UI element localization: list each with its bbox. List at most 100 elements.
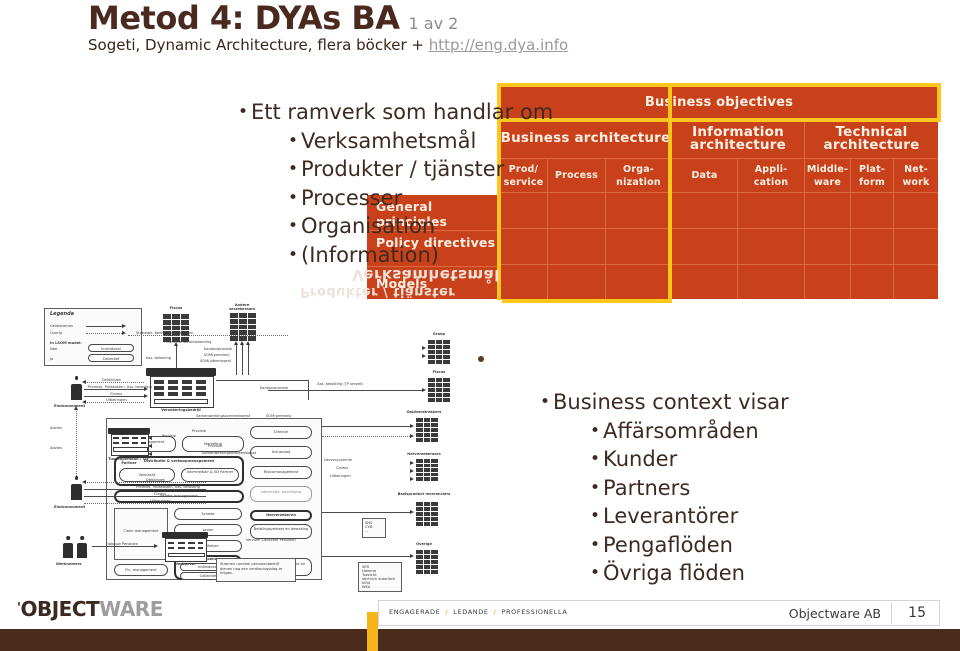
- actor-label-fiscus-right: Fiscus: [432, 370, 446, 374]
- flow-label-provisie-2: Provisie: [192, 429, 206, 433]
- list-item-label: Verksamhetsmål: [301, 128, 477, 153]
- dya-body-col-4: [672, 193, 738, 299]
- actor-glyph-basisproduct: [416, 502, 438, 526]
- ghost-reflection-text: Produkter / tjänster: [300, 284, 456, 299]
- footer-brown-bar: [0, 629, 960, 651]
- flow-arrow: [240, 341, 244, 345]
- tagline-slash-2: /: [493, 608, 497, 616]
- actor-glyph-herverzekeraars: [416, 459, 438, 481]
- flow-label-kantoorprovisie: Kantoorprovisie: [204, 347, 233, 351]
- flow-arrow: [144, 394, 148, 398]
- tagline-word-2: LEDANDE: [453, 608, 489, 616]
- list-item: • Övriga flöden: [540, 559, 940, 588]
- flow-arrow: [82, 380, 86, 384]
- flow-line: [268, 390, 422, 391]
- actor-glyph-overige: [416, 550, 438, 574]
- list-item-label: Organisation: [301, 214, 436, 238]
- list-item: • Leverantörer: [540, 502, 940, 531]
- building-glyph-verzekeringsbedrijf: [146, 368, 216, 408]
- flow-line: [242, 343, 243, 375]
- ghost-reflection-text: Verksamhetsmål: [352, 266, 500, 284]
- logo-part-object: OBJECT: [20, 597, 100, 621]
- bullet-glyph: •: [590, 563, 601, 583]
- person-glyph-werknemer-1: [62, 536, 74, 558]
- actor-label-geldverstrekkers: Geldverstrekkers: [406, 410, 442, 414]
- unit-label-directie: Directie: [274, 430, 288, 434]
- actor-label-overige: Overige: [416, 542, 432, 546]
- bullet-glyph: •: [288, 216, 299, 236]
- unit-label-herverzekeren: Herverzekeren: [266, 513, 296, 517]
- legend-yes-label: Ja: [50, 357, 54, 361]
- list-item-label: Produkter / tjänster: [301, 157, 505, 181]
- actor-label-fiscus: Fiscus: [169, 306, 183, 310]
- flow-label-opbouw-pensioen: Opbouw Pensioen: [106, 542, 139, 546]
- dya-col-platform: Plat- form: [851, 159, 894, 193]
- dya-col-application: Appli- cation: [738, 159, 805, 193]
- dya-technical-architecture: Technical architecture: [805, 119, 938, 159]
- list-item-label: Kunder: [603, 447, 678, 471]
- actor-glyph-groep: [428, 340, 450, 364]
- dya-body-col-6: [805, 193, 851, 299]
- subtitle-text: Sogeti, Dynamic Architecture, flera böck…: [88, 36, 429, 54]
- list-item-label: Processer: [301, 185, 403, 210]
- legend-line-dotted: [86, 333, 122, 334]
- person-glyph-werknemer-2: [76, 536, 88, 558]
- list-item: • (Information): [238, 241, 618, 270]
- dya-col-middleware: Middle- ware: [805, 159, 851, 193]
- flow-line: [248, 343, 249, 375]
- flow-line: [76, 408, 77, 476]
- flow-arrow: [82, 400, 86, 404]
- legend-row-geldstromen: Geldstromen: [50, 324, 74, 328]
- flow-label-dekkingen: Dekkingen: [102, 378, 122, 382]
- footer-info-bar: ENGAGERADE / LEDANDE / PROFESSIONELLA Ob…: [378, 600, 940, 626]
- unit-label-fin-management: Fin. management: [125, 568, 157, 572]
- slide-header: Metod 4: DYAs BA 1 av 2 Sogeti, Dynamic …: [0, 0, 960, 62]
- actor-label-eindconsument: Eindconsument: [54, 404, 86, 408]
- flow-label-samenwerking-1: Samenwerkingsovereenkomst: [202, 451, 257, 455]
- tagline-word-3: PROFESSIONELLA: [501, 608, 568, 616]
- bullet-glyph: •: [590, 449, 601, 469]
- flow-arrow: [246, 341, 250, 345]
- diagram-footnote-text: Stromen rondom pensioenbedrijf dienen no…: [220, 562, 283, 576]
- legend-line-solid: [86, 326, 122, 327]
- unit-label-betalingsverkeer: Betalingsverkeer en bewaking: [253, 527, 309, 531]
- bullet-glyph: •: [288, 244, 299, 265]
- actor-glyph-geldverstrekkers: [416, 418, 438, 442]
- unit-box: [114, 508, 168, 560]
- list-item: • Partners: [540, 474, 940, 503]
- business-context-diagram: Legenda Geldstromen Overig In LSOM model…: [18, 300, 502, 596]
- dya-info-link[interactable]: http://eng.dya.info: [429, 36, 568, 54]
- unit-label-volmacht: Volmacht: [138, 473, 156, 477]
- legend-no-label: Nee: [50, 347, 58, 351]
- flow-label-premies: Premies, Poliskosten, Ass. belasting: [88, 385, 152, 389]
- unit-label-claim-management: Claim management: [123, 529, 159, 533]
- bullet-glyph: •: [540, 392, 551, 412]
- flow-arrow: [154, 544, 158, 548]
- actor-label-herverzekeraars: Herverzekeraars: [407, 452, 441, 456]
- page-title-counter: 1 av 2: [408, 14, 459, 33]
- list-item-label: Ett ramverk som handlar om: [251, 100, 554, 124]
- flow-arrow: [234, 341, 238, 345]
- flow-arrow: [410, 554, 414, 558]
- legend-individueel-label: Individueel: [101, 346, 121, 351]
- footer-page-number: 15: [908, 605, 926, 621]
- list-item-label: Leverantörer: [603, 504, 739, 528]
- flow-line: [322, 556, 410, 557]
- unit-label-actuariaat: Actuariaat: [271, 450, 291, 454]
- building-label-verzekeringsbedrijf: Verzekeringsbedrijf: [161, 408, 201, 412]
- diagram-note-text: SER Nibenta Toezicht stichtich autoriteit Ki…: [362, 565, 395, 589]
- flow-line: [322, 512, 410, 513]
- logo-part-ware: WARE: [99, 597, 163, 621]
- flow-arrow: [148, 444, 152, 448]
- flow-arrow: [410, 510, 414, 514]
- unit-label-risicomanagement: Risicomanagement: [263, 470, 299, 474]
- actor-label-basisproduct: Basisproduct leveranciers: [397, 492, 451, 496]
- flow-line: [84, 503, 206, 504]
- actor-glyph-fiscus: [163, 314, 189, 342]
- unit-label-intermediair: Intermediair & SD Partner: [186, 470, 234, 474]
- legend-row-overig: Overig: [50, 331, 62, 335]
- legend-model-note: In LSOM model:: [50, 341, 82, 345]
- flow-arrow: [422, 354, 426, 358]
- flow-label-claims: Claims: [110, 392, 123, 396]
- flow-label-ass-belasting-tp: Ass. belasting (TP omzet): [317, 382, 363, 386]
